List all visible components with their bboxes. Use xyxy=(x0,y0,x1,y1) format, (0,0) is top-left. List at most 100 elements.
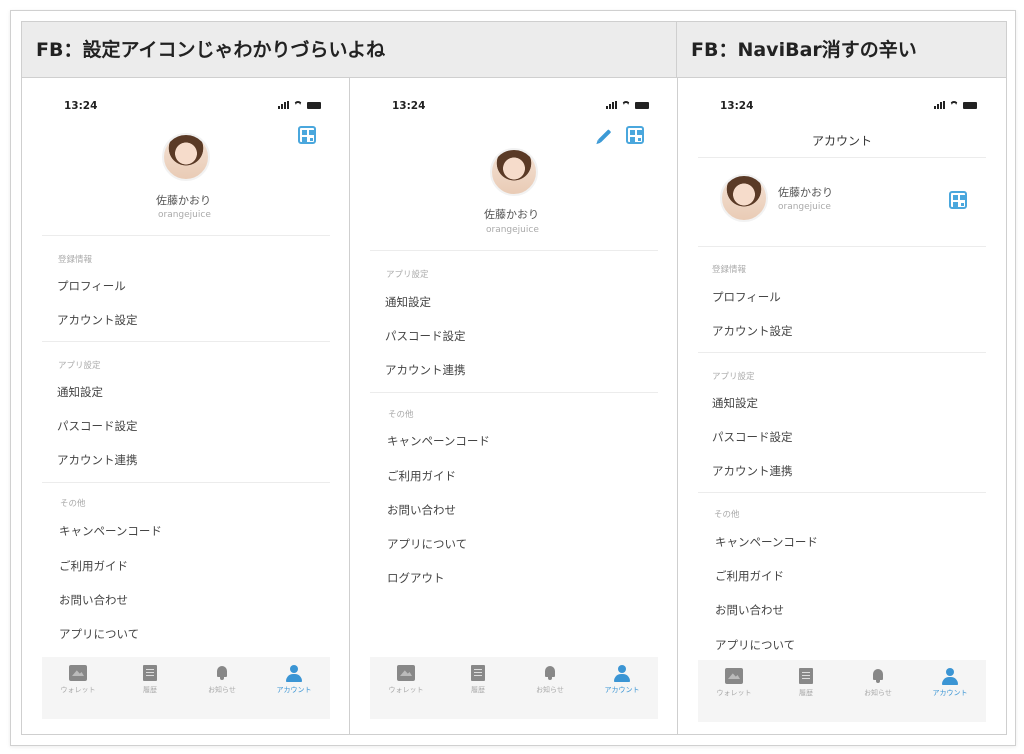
user-icon xyxy=(285,665,303,682)
column-divider xyxy=(677,78,678,734)
tab-label: 履歴 xyxy=(799,689,813,697)
status-icons xyxy=(606,101,649,109)
menu-item-campaign-code[interactable]: キャンペーンコード xyxy=(387,433,490,449)
divider xyxy=(698,157,986,158)
menu-item-logout[interactable]: ログアウト xyxy=(387,570,445,586)
section-app-settings: アプリ設定 xyxy=(386,270,429,280)
divider xyxy=(698,492,986,493)
menu-item-passcode-settings[interactable]: パスコード設定 xyxy=(57,418,138,434)
menu-item-account-linking[interactable]: アカウント連携 xyxy=(385,362,466,378)
avatar[interactable] xyxy=(490,148,538,196)
menu-item-campaign-code[interactable]: キャンペーンコード xyxy=(715,534,818,550)
menu-item-account-settings[interactable]: アカウント設定 xyxy=(57,312,138,328)
menu-item-profile[interactable]: プロフィール xyxy=(57,278,126,294)
menu-item-campaign-code[interactable]: キャンペーンコード xyxy=(59,523,162,539)
menu-item-passcode-settings[interactable]: パスコード設定 xyxy=(385,328,466,344)
menu-item-contact[interactable]: お問い合わせ xyxy=(387,502,456,518)
menu-item-user-guide[interactable]: ご利用ガイド xyxy=(715,568,784,584)
section-app-settings: アプリ設定 xyxy=(712,372,755,382)
figure-frame: FB：設定アイコンじゃわかりづらいよね FB：NaviBar消すの辛い 13:2… xyxy=(10,10,1016,746)
user-icon xyxy=(613,665,631,682)
signal-icon xyxy=(606,101,617,109)
wifi-icon xyxy=(293,101,303,109)
tab-label: お知らせ xyxy=(864,689,892,697)
status-icons xyxy=(934,101,977,109)
tab-account[interactable]: アカウント xyxy=(264,665,324,695)
menu-item-notification-settings[interactable]: 通知設定 xyxy=(57,384,103,400)
divider xyxy=(370,392,658,393)
tab-label: アカウント xyxy=(276,686,312,694)
divider xyxy=(42,341,330,342)
tab-history[interactable]: 履歴 xyxy=(448,665,508,695)
qr-code-icon[interactable] xyxy=(626,126,644,144)
status-time: 13:24 xyxy=(392,100,426,112)
menu-item-user-guide[interactable]: ご利用ガイド xyxy=(59,558,128,574)
phone-screen-1: 13:24 佐藤かおり orangejuice 登録情報 プロフィール アカウン… xyxy=(42,100,330,724)
avatar[interactable] xyxy=(162,133,210,181)
section-other: その他 xyxy=(60,499,86,509)
menu-item-account-settings[interactable]: アカウント設定 xyxy=(712,323,793,339)
tab-wallet[interactable]: ウォレット xyxy=(704,668,764,698)
bell-icon xyxy=(215,665,229,681)
battery-icon xyxy=(307,101,321,109)
comparison-table: FB：設定アイコンじゃわかりづらいよね FB：NaviBar消すの辛い 13:2… xyxy=(21,21,1007,735)
history-icon xyxy=(799,668,813,684)
tab-label: 履歴 xyxy=(471,686,485,694)
tab-account[interactable]: アカウント xyxy=(592,665,652,695)
wallet-icon xyxy=(397,665,415,681)
status-time: 13:24 xyxy=(64,100,98,112)
edit-pencil-icon[interactable] xyxy=(597,129,612,143)
user-name: 佐藤かおり xyxy=(778,186,833,199)
tab-label: ウォレット xyxy=(716,689,752,697)
menu-item-account-linking[interactable]: アカウント連携 xyxy=(712,463,793,479)
divider xyxy=(370,250,658,251)
column-divider xyxy=(349,78,350,734)
tab-notifications[interactable]: お知らせ xyxy=(520,665,580,695)
menu-item-about-app[interactable]: アプリについて xyxy=(387,536,467,552)
menu-item-passcode-settings[interactable]: パスコード設定 xyxy=(712,429,793,445)
tab-label: 履歴 xyxy=(143,686,157,694)
divider xyxy=(42,235,330,236)
menu-item-account-linking[interactable]: アカウント連携 xyxy=(57,452,138,468)
menu-item-notification-settings[interactable]: 通知設定 xyxy=(385,294,431,310)
tab-bar: ウォレット 履歴 お知らせ アカウント xyxy=(698,660,986,722)
menu-item-about-app[interactable]: アプリについて xyxy=(715,637,795,653)
tab-label: ウォレット xyxy=(388,686,424,694)
tab-notifications[interactable]: お知らせ xyxy=(192,665,252,695)
menu-item-profile[interactable]: プロフィール xyxy=(712,289,781,305)
section-registration: 登録情報 xyxy=(712,265,747,275)
tab-label: アカウント xyxy=(932,689,968,697)
user-name: 佐藤かおり xyxy=(484,208,539,221)
user-icon xyxy=(941,668,959,685)
wifi-icon xyxy=(621,101,631,109)
menu-item-user-guide[interactable]: ご利用ガイド xyxy=(387,468,456,484)
menu-item-contact[interactable]: お問い合わせ xyxy=(59,592,128,608)
avatar[interactable] xyxy=(720,174,768,222)
menu-item-notification-settings[interactable]: 通知設定 xyxy=(712,395,758,411)
header-left: FB：設定アイコンじゃわかりづらいよね xyxy=(22,22,677,78)
section-registration: 登録情報 xyxy=(58,255,93,265)
menu-item-about-app[interactable]: アプリについて xyxy=(59,626,139,642)
tab-label: お知らせ xyxy=(536,686,564,694)
qr-code-icon[interactable] xyxy=(949,191,967,209)
section-other: その他 xyxy=(714,510,740,520)
history-icon xyxy=(471,665,485,681)
divider xyxy=(698,246,986,247)
wallet-icon xyxy=(69,665,87,681)
qr-code-icon[interactable] xyxy=(298,126,316,144)
bell-icon xyxy=(543,665,557,681)
menu-item-contact[interactable]: お問い合わせ xyxy=(715,602,784,618)
tab-notifications[interactable]: お知らせ xyxy=(848,668,908,698)
tab-label: お知らせ xyxy=(208,686,236,694)
tab-wallet[interactable]: ウォレット xyxy=(48,665,108,695)
bell-icon xyxy=(871,668,885,684)
history-icon xyxy=(143,665,157,681)
tab-wallet[interactable]: ウォレット xyxy=(376,665,436,695)
tab-account[interactable]: アカウント xyxy=(920,668,980,698)
user-id: orangejuice xyxy=(778,202,831,212)
user-id: orangejuice xyxy=(486,225,539,235)
divider xyxy=(698,352,986,353)
tab-history[interactable]: 履歴 xyxy=(120,665,180,695)
tab-history[interactable]: 履歴 xyxy=(776,668,836,698)
phone-screen-3: 13:24 アカウント 佐藤かおり orangejuice 登録情報 プロフィー… xyxy=(698,100,986,724)
